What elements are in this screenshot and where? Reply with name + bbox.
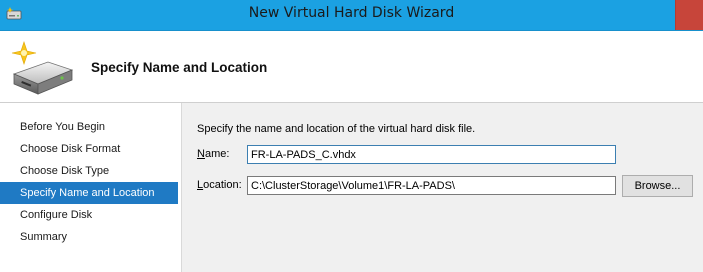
window-title: New Virtual Hard Disk Wizard [248,5,455,21]
name-label: Name: [197,148,229,160]
wizard-content: Specify the name and location of the vir… [182,103,703,272]
page-title: Specify Name and Location [91,60,268,75]
nav-step-specify-name-location[interactable]: Specify Name and Location [0,182,178,204]
nav-step-configure-disk[interactable]: Configure Disk [0,204,178,226]
location-label-text: ocation: [203,179,242,191]
nav-step-summary[interactable]: Summary [0,226,178,248]
location-input[interactable] [247,176,616,195]
name-label-hotkey: N [197,148,205,160]
close-button[interactable] [675,0,703,30]
name-input[interactable] [247,145,616,164]
name-label-text: ame: [204,148,230,160]
wizard-header: Specify Name and Location [0,31,703,103]
instruction-text: Specify the name and location of the vir… [197,123,476,135]
wizard-steps-nav: Before You Begin Choose Disk Format Choo… [0,103,182,272]
browse-button[interactable]: Browse... [622,175,693,197]
nav-step-choose-disk-format[interactable]: Choose Disk Format [0,138,178,160]
nav-step-choose-disk-type[interactable]: Choose Disk Type [0,160,178,182]
nav-step-before-you-begin[interactable]: Before You Begin [0,116,178,138]
title-bar[interactable]: New Virtual Hard Disk Wizard [0,0,703,31]
location-label: Location: [197,179,242,191]
hard-disk-new-icon [11,41,74,95]
